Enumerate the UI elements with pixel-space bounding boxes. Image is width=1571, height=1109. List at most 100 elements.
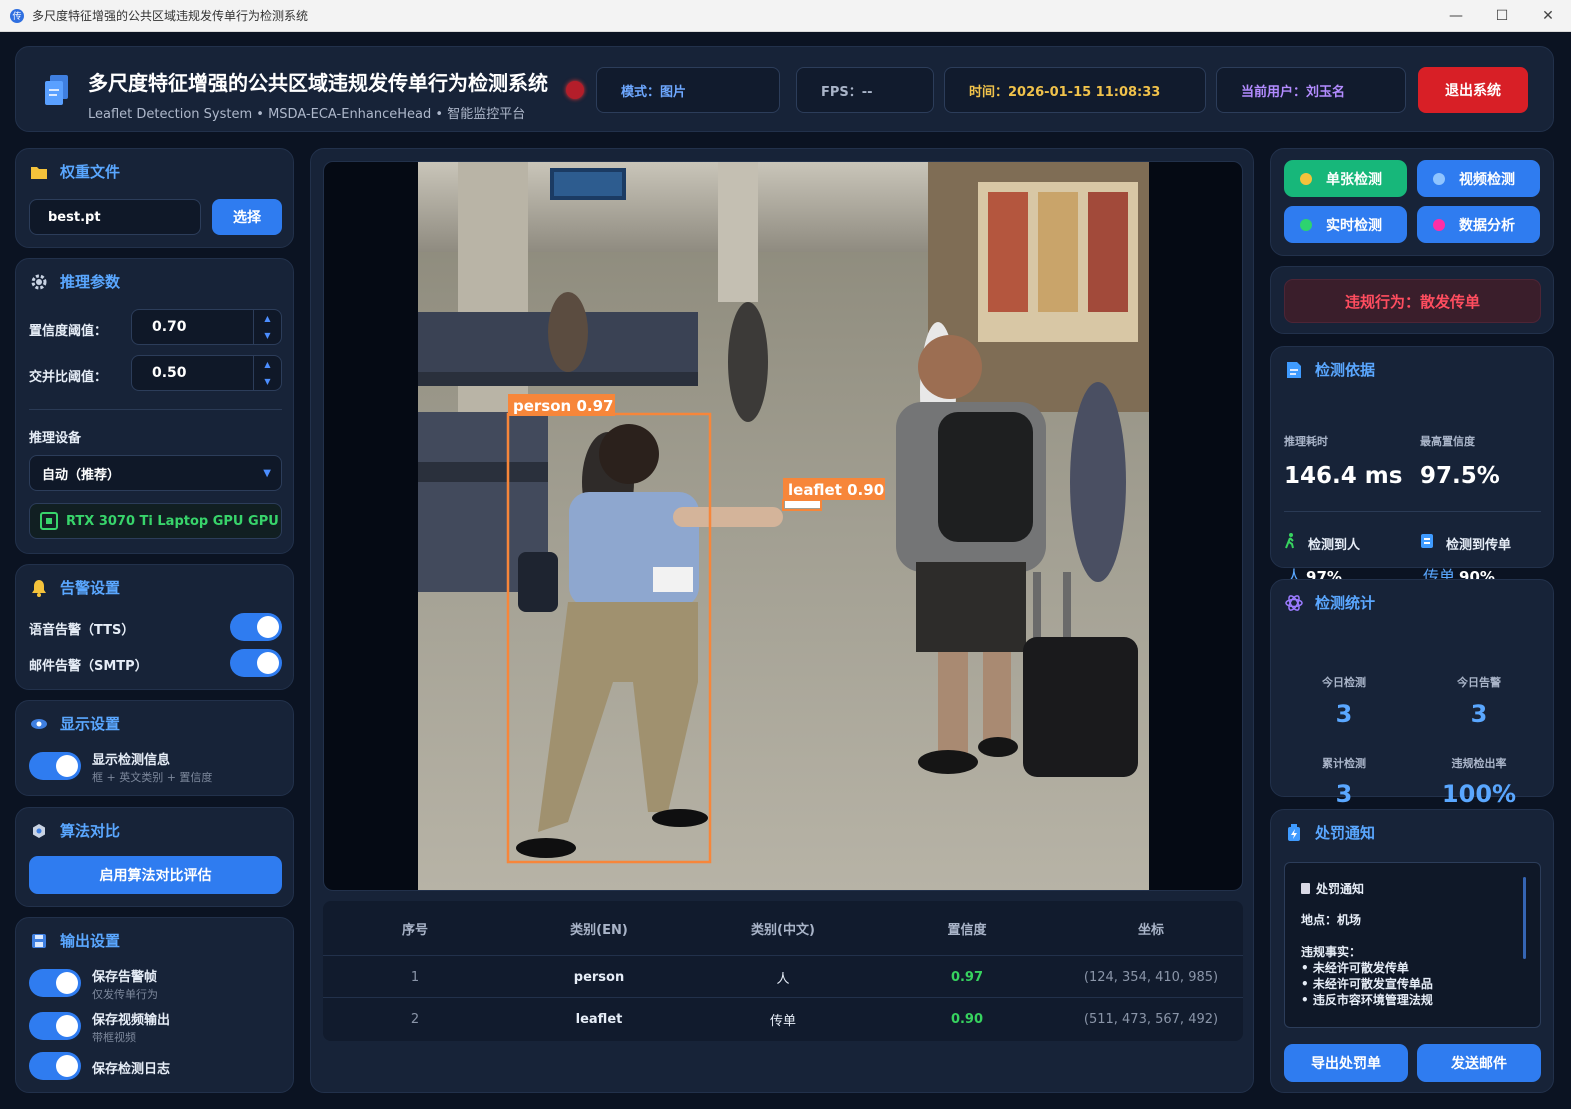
app-title: 多尺度特征增强的公共区域违规发传单行为检测系统 xyxy=(88,71,548,95)
infer-time-value: 146.4 ms xyxy=(1284,463,1403,489)
violation-rate-value: 100% xyxy=(1441,780,1517,808)
spin-up-icon[interactable]: ▲ xyxy=(264,314,270,323)
table-row[interactable]: 2 leaflet 传单 0.90 (511, 473, 567, 492) xyxy=(323,997,1243,1039)
max-conf-label: 最高置信度 xyxy=(1420,435,1475,448)
algo-panel: 算法对比 启用算法对比评估 xyxy=(15,807,294,907)
spin-down-icon[interactable]: ▼ xyxy=(264,331,270,340)
image-viewer: person 0.97 leaflet 0.90 xyxy=(323,161,1243,891)
save-frames-label: 保存告警帧 xyxy=(92,970,158,985)
today-alarm-value: 3 xyxy=(1470,700,1488,728)
save-video-sublabel: 带框视频 xyxy=(92,1031,136,1044)
data-analysis-button[interactable]: 数据分析 xyxy=(1417,206,1540,243)
show-info-label: 显示检测信息 xyxy=(92,753,171,768)
algo-title: 算法对比 xyxy=(60,822,121,840)
table-cell-class-en: leaflet xyxy=(575,1011,623,1027)
weights-title: 权重文件 xyxy=(60,163,121,181)
fps-indicator: FPS：-- xyxy=(796,67,934,113)
display-title: 显示设置 xyxy=(60,715,121,733)
leaflet-doc-icon xyxy=(1420,533,1436,553)
algo-compare-button[interactable]: 启用算法对比评估 xyxy=(29,856,282,894)
app-icon: 传 xyxy=(10,8,24,23)
spin-down-icon[interactable]: ▼ xyxy=(264,377,270,386)
show-info-sublabel: 框 + 英文类别 + 置信度 xyxy=(92,771,213,784)
notice-fact-item: • 未经许可散发宣传单品 xyxy=(1301,977,1433,991)
maximize-button[interactable]: ☐ xyxy=(1479,0,1525,32)
alarm-panel: 告警设置 语音告警（TTS） 邮件告警（SMTP） xyxy=(15,564,294,690)
smtp-alarm-toggle[interactable] xyxy=(230,649,282,677)
output-title: 输出设置 xyxy=(60,932,121,950)
display-panel: 显示设置 显示检测信息 框 + 英文类别 + 置信度 xyxy=(15,700,294,796)
minimize-button[interactable]: — xyxy=(1433,0,1479,32)
mode-indicator: 模式：图片 xyxy=(596,67,780,113)
weights-file-input[interactable]: best.pt xyxy=(29,199,201,235)
single-detect-label: 单张检测 xyxy=(1326,171,1382,188)
notice-box-title: 处罚通知 xyxy=(1316,882,1365,896)
iou-threshold-label: 交并比阈值： xyxy=(29,370,108,385)
violation-panel: 违规行为：散发传单 xyxy=(1270,266,1554,334)
video-detect-label: 视频检测 xyxy=(1459,171,1515,188)
save-log-toggle[interactable] xyxy=(29,1052,81,1080)
table-header-class-cn: 类别(中文) xyxy=(751,922,815,938)
select-weights-button[interactable]: 选择 xyxy=(212,199,282,235)
stats-title: 检测统计 xyxy=(1315,594,1376,612)
total-detect-label: 累计检测 xyxy=(1322,757,1366,770)
record-indicator-icon xyxy=(566,81,584,99)
single-detect-button[interactable]: 单张检测 xyxy=(1284,160,1407,197)
save-frames-sublabel: 仅发传单行为 xyxy=(92,988,158,1001)
device-select[interactable]: 自动（推荐） ▼ xyxy=(29,455,282,491)
atom-icon xyxy=(1285,594,1303,612)
table-row[interactable]: 1 person 人 0.97 (124, 354, 410, 985) xyxy=(323,955,1243,997)
show-info-toggle[interactable] xyxy=(29,752,81,780)
yellow-dot-icon xyxy=(1300,172,1312,185)
table-cell-class-cn: 传单 xyxy=(769,1013,796,1029)
tts-alarm-toggle[interactable] xyxy=(230,613,282,641)
leaflet-detected-label: 检测到传单 xyxy=(1446,537,1512,553)
notice-textbox[interactable]: 处罚通知 地点：机场 违规事实： • 未经许可散发传单 • 未经许可散发宣传单品… xyxy=(1284,862,1541,1028)
conf-threshold-label: 置信度阈值： xyxy=(29,324,108,339)
eye-icon xyxy=(30,715,48,733)
gpu-info: RTX 3070 Ti Laptop GPU GPU xyxy=(29,503,282,539)
notice-facts-label: 违规事实： xyxy=(1301,945,1362,959)
inference-title: 推理参数 xyxy=(60,273,121,291)
document-logo-icon xyxy=(45,75,68,105)
spin-up-icon[interactable]: ▲ xyxy=(264,360,270,369)
violation-rate-label: 违规检出率 xyxy=(1451,757,1507,770)
battery-icon xyxy=(1285,823,1303,842)
table-cell-class-en: person xyxy=(573,969,625,985)
chip-icon xyxy=(40,512,58,530)
app-subtitle: Leaflet Detection System • MSDA-ECA-Enha… xyxy=(88,107,526,122)
table-cell-confidence: 0.97 xyxy=(950,969,984,985)
close-button[interactable]: ✕ xyxy=(1525,0,1571,32)
data-analysis-label: 数据分析 xyxy=(1459,217,1515,234)
stats-panel: 检测统计 今日检测 今日告警 3 3 累计检测 违规检出率 3 100% xyxy=(1270,579,1554,808)
iou-threshold-value: 0.50 xyxy=(152,365,187,381)
tts-alarm-label: 语音告警（TTS） xyxy=(29,623,135,638)
table-cell-index: 1 xyxy=(410,969,420,985)
device-selected-value: 自动（推荐） xyxy=(42,467,121,483)
person-bbox-label: person 0.97 xyxy=(513,397,613,415)
save-log-label: 保存检测日志 xyxy=(92,1062,171,1077)
detection-basis-panel: 检测依据 推理耗时 最高置信度 146.4 ms 97.5% 检测到人 检测到传… xyxy=(1270,346,1554,586)
detections-table: 序号 类别(EN) 类别(中文) 置信度 坐标 1 person 人 0.97 … xyxy=(323,901,1243,1041)
save-video-toggle[interactable] xyxy=(29,1012,81,1040)
exit-button[interactable]: 退出系统 xyxy=(1418,67,1528,113)
table-cell-class-cn: 人 xyxy=(776,971,790,987)
export-penalty-button[interactable]: 导出处罚单 xyxy=(1284,1044,1408,1082)
window-title: 多尺度特征增强的公共区域违规发传单行为检测系统 xyxy=(32,9,309,23)
conf-threshold-value: 0.70 xyxy=(152,319,187,335)
video-detect-button[interactable]: 视频检测 xyxy=(1417,160,1540,197)
notice-scrollbar[interactable] xyxy=(1523,877,1526,959)
device-label: 推理设备 xyxy=(29,431,82,446)
bell-icon xyxy=(30,579,48,597)
send-email-button[interactable]: 发送邮件 xyxy=(1417,1044,1541,1082)
realtime-detect-label: 实时检测 xyxy=(1326,217,1382,234)
center-panel: person 0.97 leaflet 0.90 序号 类别(EN) 类别(中文… xyxy=(310,148,1254,1093)
save-frames-toggle[interactable] xyxy=(29,969,81,997)
detection-image: person 0.97 leaflet 0.90 xyxy=(418,162,1149,890)
conf-threshold-spinbox[interactable]: 0.70 ▲ ▼ xyxy=(131,309,282,345)
realtime-detect-button[interactable]: 实时检测 xyxy=(1284,206,1407,243)
window-title-bar: 传 多尺度特征增强的公共区域违规发传单行为检测系统 — ☐ ✕ xyxy=(0,0,1571,32)
folder-icon xyxy=(30,163,48,181)
weights-panel: 权重文件 best.pt 选择 xyxy=(15,148,294,248)
iou-threshold-spinbox[interactable]: 0.50 ▲ ▼ xyxy=(131,355,282,391)
